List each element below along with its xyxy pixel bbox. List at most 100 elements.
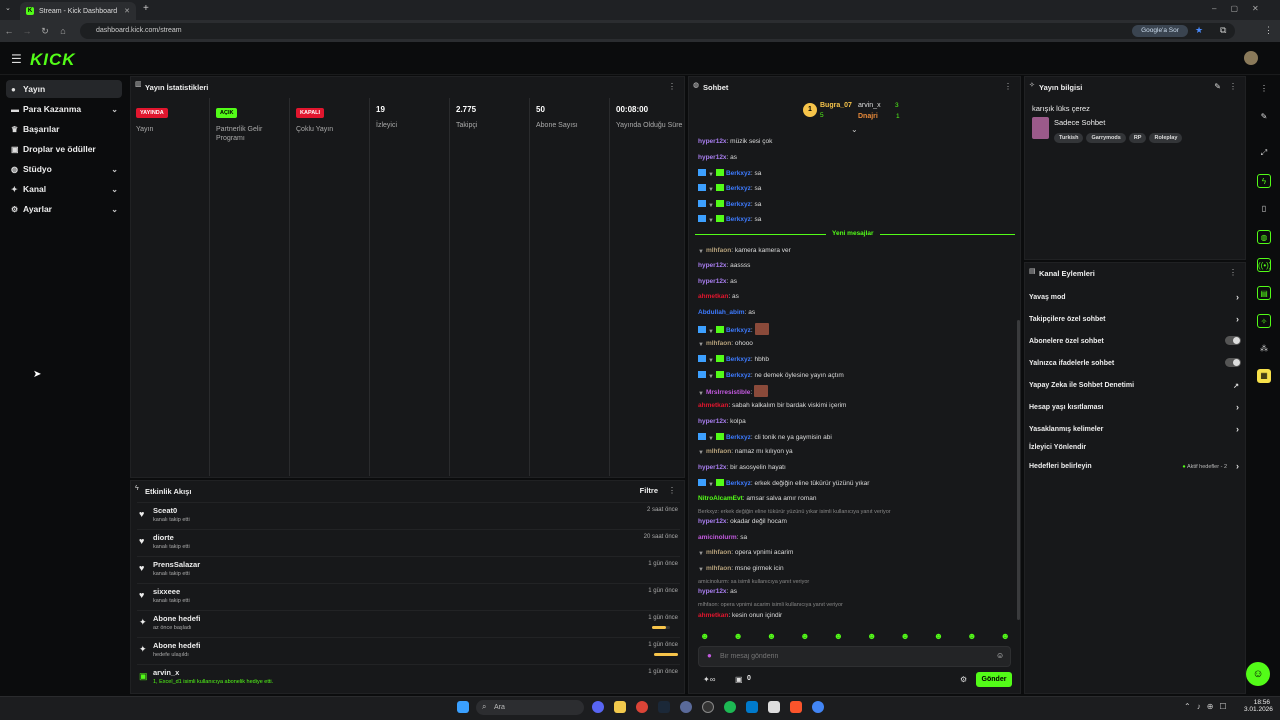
file-explorer-icon[interactable] xyxy=(614,701,626,713)
emote-icon[interactable]: ☻ xyxy=(867,631,876,641)
tag[interactable]: RP xyxy=(1128,133,1147,143)
chat-message-input[interactable] xyxy=(720,649,990,664)
chat-settings-icon[interactable]: ⚙ xyxy=(960,675,967,684)
google-sor-button[interactable]: Google'a Sor xyxy=(1132,25,1188,37)
category-thumbnail[interactable] xyxy=(1032,117,1049,139)
more-options-icon[interactable]: ⋮ xyxy=(1229,82,1237,91)
microphone-icon[interactable]: ● xyxy=(707,651,712,660)
top-user-2-count: 3 xyxy=(895,102,899,109)
more-options-icon[interactable]: ⋮ xyxy=(1004,82,1012,91)
more-options-icon[interactable]: ⋮ xyxy=(668,82,676,91)
rail-broadcast-icon[interactable]: ((•)) xyxy=(1257,258,1271,272)
rail-clapper-icon[interactable]: ▦ xyxy=(1257,369,1271,383)
emote-icon[interactable]: ☻ xyxy=(767,631,776,641)
address-field[interactable]: dashboard.kick.com/stream xyxy=(80,23,1235,39)
sidebar-item-kanal[interactable]: ✦ Kanal ⌄ xyxy=(6,180,122,198)
tag[interactable]: Garrymods xyxy=(1086,133,1126,143)
window-controls[interactable]: –▢✕ xyxy=(1212,4,1273,13)
points-icon[interactable]: ✦∞ xyxy=(703,675,715,684)
notion-icon[interactable] xyxy=(768,701,780,713)
edit-pencil-icon[interactable]: ✎ xyxy=(1214,82,1221,91)
spotify-icon[interactable] xyxy=(724,701,736,713)
category-name[interactable]: Sadece Sohbet xyxy=(1054,118,1105,127)
action-abone-sohbet[interactable]: Abonelere özel sohbet xyxy=(1029,336,1241,345)
emote-icon[interactable]: ☻ xyxy=(900,631,909,641)
user-avatar[interactable] xyxy=(1244,51,1258,65)
emote-icon[interactable]: ☻ xyxy=(700,631,709,641)
reload-icon[interactable]: ↻ xyxy=(36,26,54,37)
new-tab-button[interactable]: + xyxy=(143,3,149,14)
rail-users-icon[interactable]: ⁂ xyxy=(1257,342,1271,356)
tag[interactable]: Turkish xyxy=(1054,133,1084,143)
event-row: ♥ sixxeee kanalı takip etti 1 gün önce xyxy=(137,583,680,609)
emoji-icon[interactable]: ☺ xyxy=(996,651,1004,660)
close-tab-icon[interactable]: ✕ xyxy=(124,7,130,15)
send-button[interactable]: Gönder xyxy=(976,672,1012,687)
app-icon[interactable] xyxy=(680,701,692,713)
emote-icon[interactable]: ☻ xyxy=(934,631,943,641)
action-yasakli-kelimeler[interactable]: Yasaklanmış kelimeler › xyxy=(1029,424,1241,434)
chat-scrollbar[interactable] xyxy=(1017,320,1020,620)
rail-chat-icon[interactable]: ◍ xyxy=(1257,230,1271,244)
kick-logo[interactable]: KICK xyxy=(30,50,76,70)
action-ifade-sohbet[interactable]: Yalnızca ifadelerle sohbet xyxy=(1029,358,1241,367)
brave-icon[interactable] xyxy=(790,701,802,713)
vscode-icon[interactable] xyxy=(746,701,758,713)
tab-list-icon[interactable]: ⌄ xyxy=(5,4,11,12)
system-tray-icons[interactable]: ⌃♪⊕☐ xyxy=(1184,702,1233,711)
sidebar-item-ayarlar[interactable]: ⚙ Ayarlar ⌄ xyxy=(6,200,122,218)
action-takipci-sohbet[interactable]: Takipçilere özel sohbet › xyxy=(1029,314,1241,324)
rail-lightning-icon[interactable]: ϟ xyxy=(1257,174,1271,188)
sidebar-item-droplar[interactable]: ▣ Droplar ve ödüller xyxy=(6,140,122,158)
toggle-switch[interactable] xyxy=(1225,336,1241,345)
collapse-icon[interactable]: ⌄ xyxy=(851,125,858,134)
steam-icon[interactable] xyxy=(658,701,670,713)
rail-wrench-icon[interactable]: ✧ xyxy=(1257,314,1271,328)
obs-icon[interactable] xyxy=(702,701,714,713)
top-user-1[interactable]: Bugra_07 xyxy=(820,102,852,109)
browser-tab[interactable]: K Stream - Kick Dashboard ✕ xyxy=(20,2,136,20)
action-yavas-mod[interactable]: Yavaş mod › xyxy=(1029,292,1241,302)
back-icon[interactable]: ← xyxy=(0,26,18,36)
action-ai-moderation[interactable]: Yapay Zeka ile Sohbet Denetimi ↗ xyxy=(1029,382,1241,390)
tag[interactable]: Roleplay xyxy=(1149,133,1183,143)
external-link-icon: ↗ xyxy=(1233,383,1239,390)
emote-icon[interactable]: ☻ xyxy=(800,631,809,641)
taskbar-search[interactable]: Ara xyxy=(476,700,584,715)
gift-icon[interactable]: ▣ xyxy=(735,675,743,684)
top-user-3[interactable]: Dnajri xyxy=(858,113,878,120)
discord-icon[interactable] xyxy=(592,701,604,713)
action-hesap-yasi[interactable]: Hesap yaşı kısıtlaması › xyxy=(1029,402,1241,412)
filter-button[interactable]: Filtre xyxy=(640,486,658,495)
rail-more-icon[interactable]: ⋮ xyxy=(1257,82,1271,96)
browser-menu-icon[interactable]: ⋮ xyxy=(1264,25,1273,36)
sidebar-item-yayin[interactable]: ● Yayın xyxy=(6,80,122,98)
chrome-profile-icon[interactable] xyxy=(812,701,824,713)
sidebar-item-para-kazanma[interactable]: ▬ Para Kazanma ⌄ xyxy=(6,100,122,118)
home-icon[interactable]: ⌂ xyxy=(54,26,72,36)
windows-start-icon[interactable] xyxy=(457,701,469,713)
toggle-switch[interactable] xyxy=(1225,358,1241,367)
chrome-icon[interactable] xyxy=(636,701,648,713)
emote-icon[interactable]: ☻ xyxy=(1001,631,1010,641)
bookmark-star-icon[interactable]: ★ xyxy=(1195,25,1203,36)
sidebar-item-studyo[interactable]: ◍ Stüdyo ⌄ xyxy=(6,160,122,178)
rail-edit-icon[interactable]: ✎ xyxy=(1257,110,1271,124)
rail-layout-icon[interactable]: ▤ xyxy=(1257,286,1271,300)
more-options-icon[interactable]: ⋮ xyxy=(668,486,676,495)
help-chat-button[interactable]: ☺ xyxy=(1246,662,1270,686)
more-options-icon[interactable]: ⋮ xyxy=(1229,268,1237,277)
action-hedefler[interactable]: Hedefleri belirleyin ● Aktif hedefler - 2… xyxy=(1029,461,1241,471)
emote-icon[interactable]: ☻ xyxy=(967,631,976,641)
emote-icon[interactable]: ☻ xyxy=(733,631,742,641)
sidebar-item-basarilar[interactable]: ♛ Başarılar xyxy=(6,120,122,138)
extensions-icon[interactable]: ⧉ xyxy=(1220,25,1226,36)
clock[interactable]: 18:56 3.01.2026 xyxy=(1244,699,1273,713)
rail-doc-icon[interactable]: ▯ xyxy=(1257,202,1271,216)
rail-expand-icon[interactable]: ⤢ xyxy=(1257,146,1271,160)
forward-icon[interactable]: → xyxy=(18,26,36,36)
emote-icon[interactable]: ☻ xyxy=(834,631,843,641)
top-user-2[interactable]: arvin_x xyxy=(858,102,881,109)
action-izleyici-yonlendir[interactable]: İzleyici Yönlendir xyxy=(1029,444,1241,451)
hamburger-menu-icon[interactable]: ☰ xyxy=(11,52,22,66)
